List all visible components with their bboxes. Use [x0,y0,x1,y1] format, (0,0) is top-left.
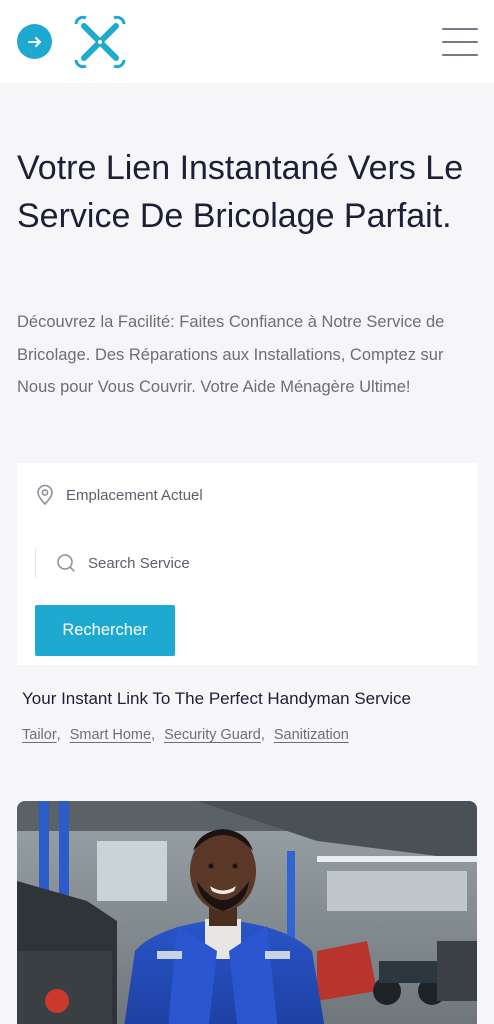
service-placeholder: Search Service [88,554,190,572]
mechanic-photo [17,801,477,1024]
tagline: Your Instant Link To The Perfect Handyma… [22,689,412,708]
menu-line [442,54,478,56]
search-icon [57,554,75,572]
search-card: Emplacement Actuel Search Service Recher… [17,463,477,665]
service-tags: Tailor, Smart Home, Security Guard, Sani… [22,727,358,743]
tag-security-guard-link[interactable]: Security Guard [164,727,261,743]
tag-smart-home-link[interactable]: Smart Home [70,727,151,743]
service-search-field[interactable]: Search Service [35,548,190,578]
hero-title: Votre Lien Instantané Vers Le Service De… [17,149,464,235]
tag-separator: , [151,727,156,743]
hamburger-menu-button[interactable] [442,28,478,56]
logo[interactable] [72,14,128,70]
arrow-right-icon [27,36,41,47]
tag-item: Sanitization [274,727,349,743]
location-field[interactable]: Emplacement Actuel [35,483,203,507]
crossed-wrenches-logo [74,15,126,69]
hero-photo [17,801,477,1024]
tag-tailor-link[interactable]: Tailor [22,727,57,743]
hero-description: Découvrez la Facilité: Faites Confiance … [17,313,445,396]
rechercher-button[interactable]: Rechercher [35,605,175,656]
location-label: Emplacement Actuel [66,486,203,504]
arrow-right-button[interactable] [17,24,52,59]
top-header [0,0,494,83]
tag-sanitization-link[interactable]: Sanitization [274,727,349,743]
tag-item: Tailor, [22,727,61,743]
tag-item: Smart Home, [70,727,155,743]
tag-item: Security Guard, [164,727,265,743]
menu-line [442,28,478,30]
tag-separator: , [56,727,61,743]
map-pin-icon [37,484,53,506]
tag-separator: , [260,727,265,743]
menu-line [442,41,478,43]
